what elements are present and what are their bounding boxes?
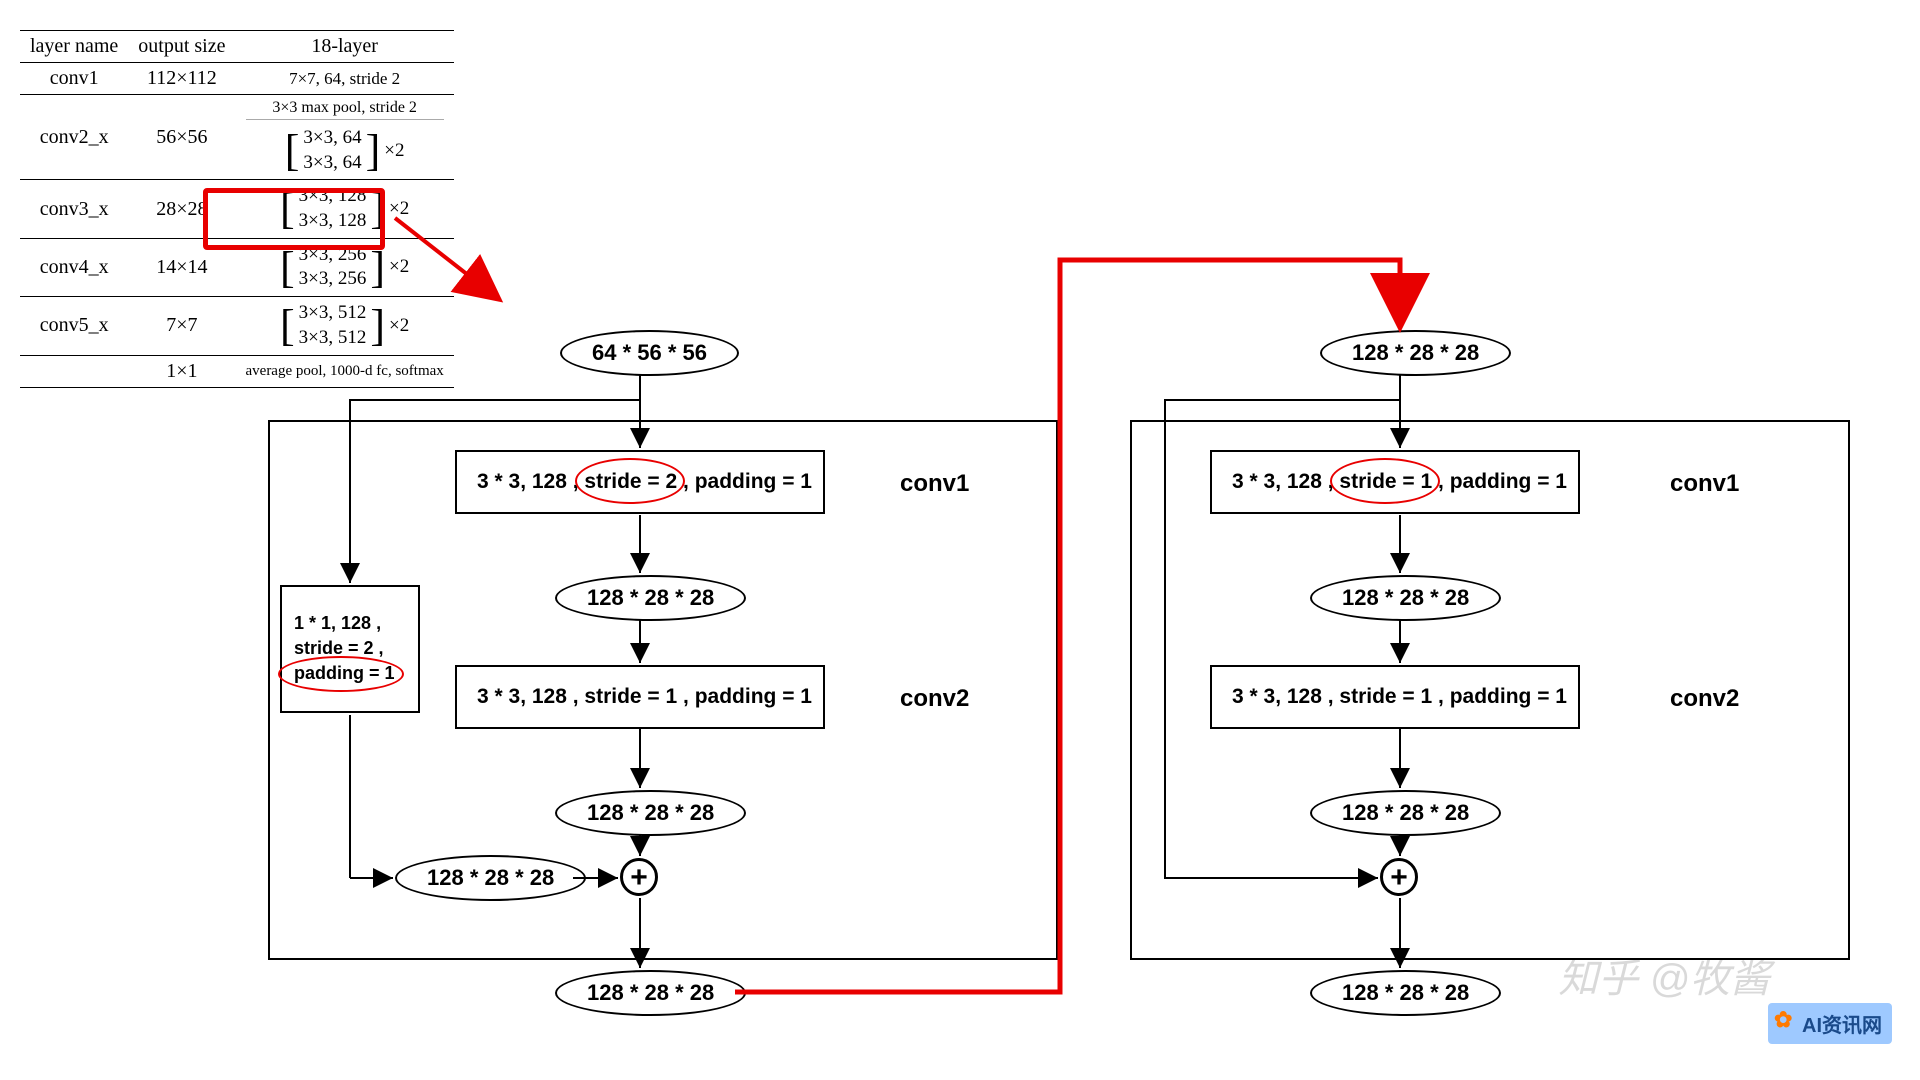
right-out-ellipse: 128 * 28 * 28	[1310, 970, 1501, 1016]
left-conv2-box: 3 * 3, 128 , stride = 1 , padding = 1	[455, 665, 825, 729]
left-out-ellipse: 128 * 28 * 28	[555, 970, 746, 1016]
left-mid1-ellipse: 128 * 28 * 28	[555, 575, 746, 621]
right-plus-icon: +	[1380, 858, 1418, 896]
left-conv1-label: conv1	[900, 470, 969, 498]
right-conv2-label: conv2	[1670, 685, 1739, 713]
row-conv5: conv5_x 7×7 [ 3×3, 5123×3, 512 ] ×2	[20, 297, 454, 355]
watermark-zhihu: 知乎 @牧酱	[1558, 946, 1770, 1004]
right-mid2-ellipse: 128 * 28 * 28	[1310, 790, 1501, 836]
left-shortcut-box: 1 * 1, 128 , stride = 2 , padding = 1	[280, 585, 420, 713]
row-last: 1×1 average pool, 1000-d fc, softmax	[20, 355, 454, 387]
right-conv1-box: 3 * 3, 128 , stride = 1 , padding = 1	[1210, 450, 1580, 514]
th-layer: layer name	[20, 31, 128, 63]
left-conv2-label: conv2	[900, 685, 969, 713]
left-plus-icon: +	[620, 858, 658, 896]
watermark-ai: AI资讯网	[1768, 1003, 1892, 1044]
right-conv1-label: conv1	[1670, 470, 1739, 498]
th-out: output size	[128, 31, 235, 63]
right-mid1-ellipse: 128 * 28 * 28	[1310, 575, 1501, 621]
right-in-ellipse: 128 * 28 * 28	[1320, 330, 1511, 376]
left-mid2-ellipse: 128 * 28 * 28	[555, 790, 746, 836]
row-conv1: conv1 112×112 7×7, 64, stride 2	[20, 63, 454, 95]
left-in-ellipse: 64 * 56 * 56	[560, 330, 739, 376]
left-conv1-box: 3 * 3, 128 , stride = 2 , padding = 1	[455, 450, 825, 514]
left-side-out-ellipse: 128 * 28 * 28	[395, 855, 586, 901]
red-highlight-conv3	[203, 188, 385, 250]
th-cfg: 18-layer	[236, 31, 454, 63]
right-conv2-box: 3 * 3, 128 , stride = 1 , padding = 1	[1210, 665, 1580, 729]
row-conv2: conv2_x 56×56 3×3 max pool, stride 2 [ 3…	[20, 95, 454, 180]
